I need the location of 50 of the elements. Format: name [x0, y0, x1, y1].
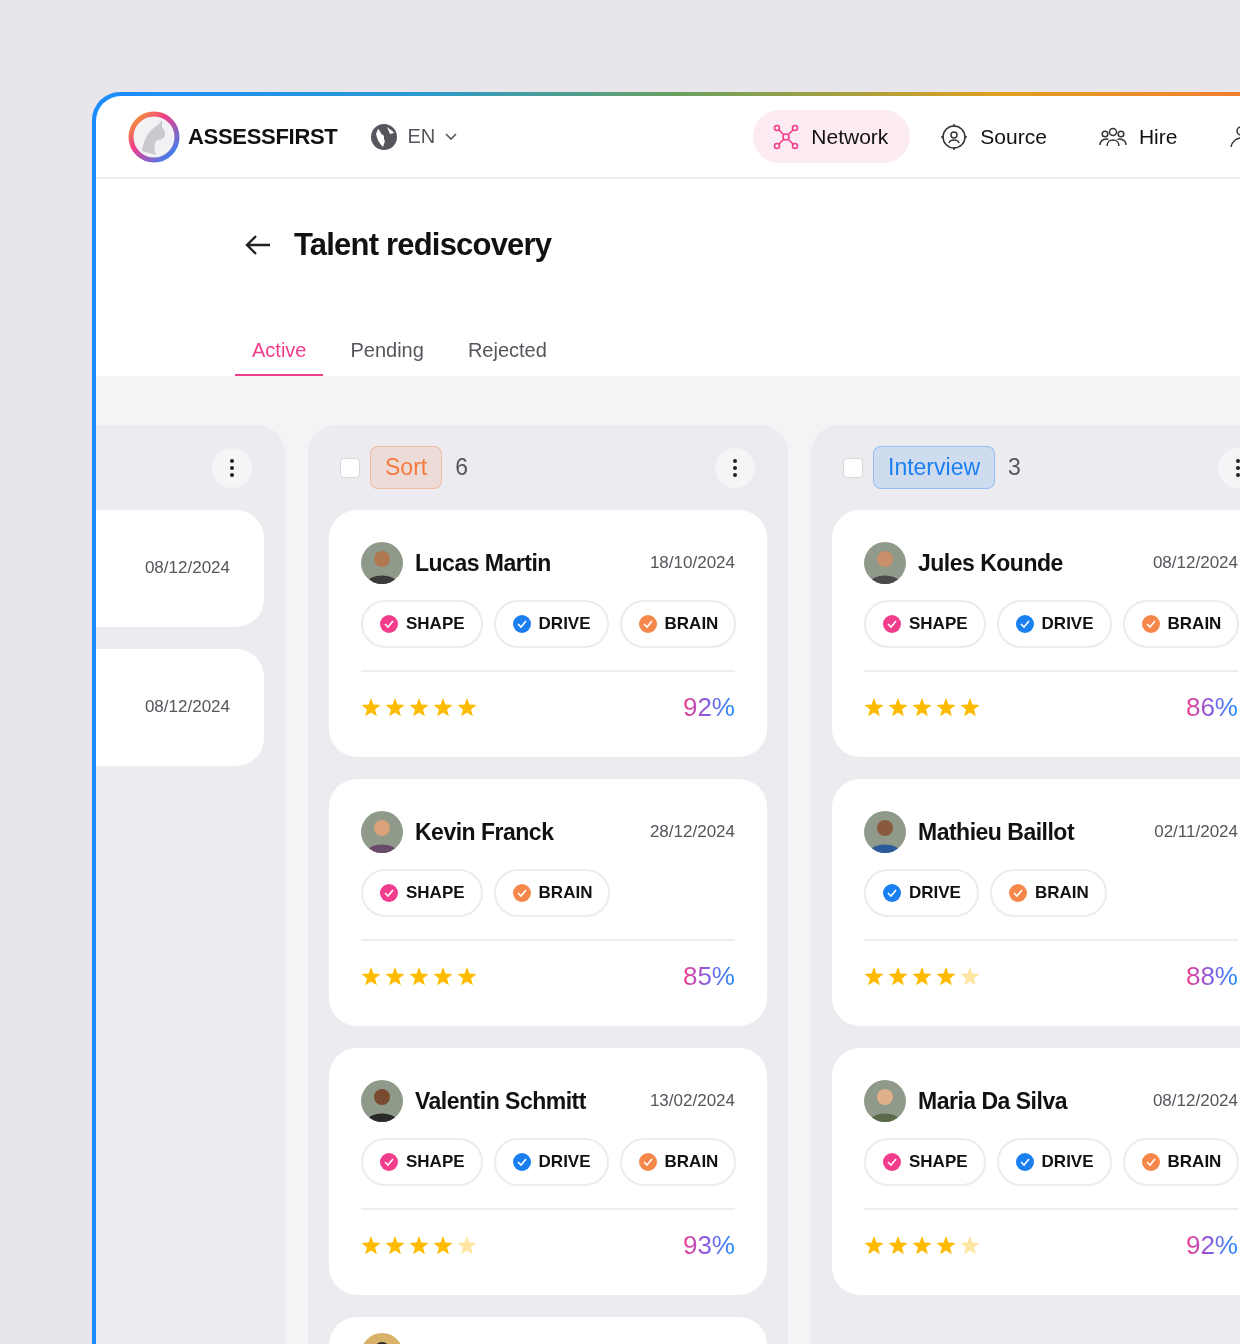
tag-label: SHAPE: [909, 1152, 968, 1172]
nav-item[interactable]: Network: [753, 110, 911, 163]
date: 08/12/2024: [144, 557, 230, 578]
candidate-name: Mathieu Baillot: [918, 818, 1075, 846]
tag-label: DRIVE: [538, 1152, 591, 1172]
stage-label: Sort: [370, 446, 443, 489]
candidate-name: Valentin Schmitt: [415, 1087, 586, 1115]
candidate-count: 3: [1008, 454, 1021, 481]
candidate-name: Kevin Franck: [415, 818, 554, 846]
language-selector[interactable]: EN: [369, 122, 458, 151]
tag-label: BRAIN: [664, 1152, 719, 1172]
candidate-name: Lucas Martin: [415, 549, 551, 577]
tag-label: DRIVE: [1041, 614, 1094, 634]
tag-label: BRAIN: [664, 614, 719, 634]
candidate-name: Jules Kounde: [918, 549, 1063, 577]
page-title: Talent rediscovery: [294, 227, 552, 263]
tag-label: DRIVE: [1041, 1152, 1094, 1172]
tag-label: DRIVE: [538, 614, 591, 634]
date: 28/12/2024: [649, 822, 735, 842]
date: 08/12/2024: [1152, 553, 1238, 573]
candidate-card[interactable]: 08/12/2024: [96, 649, 264, 766]
stage-label: Interview: [873, 446, 996, 489]
candidate-card[interactable]: Jules Kounde 08/12/2024 SHAPE DRIVE BRAIN 86%: [832, 510, 1240, 757]
tag-label: BRAIN: [538, 883, 593, 903]
brand-name: ASSESSFIRST: [188, 123, 338, 150]
candidate-name: Maria Da Silva: [918, 1087, 1067, 1115]
nav-item[interactable]: Source: [920, 110, 1069, 163]
date: 18/10/2024: [649, 553, 735, 573]
tab[interactable]: Pending: [333, 339, 441, 376]
tag-label: SHAPE: [406, 883, 465, 903]
tag-label: SHAPE: [406, 614, 465, 634]
date: 02/11/2024: [1154, 822, 1238, 842]
candidate-card[interactable]: 08/12/2024: [96, 510, 264, 627]
date: 08/12/2024: [1152, 1091, 1238, 1111]
tag-label: BRAIN: [1167, 614, 1222, 634]
date: 08/12/2024: [144, 696, 230, 717]
tag-label: SHAPE: [909, 614, 968, 634]
candidate-card[interactable]: Lucas Martin 18/10/2024 SHAPE DRIVE BRAIN 92%: [329, 510, 767, 757]
candidate-card[interactable]: Maria Da Silva 08/12/2024 SHAPE DRIVE BRAIN 92%: [832, 1048, 1240, 1295]
nav-item[interactable]: Hire: [1078, 110, 1200, 163]
candidate-card[interactable]: Kevin Franck 28/12/2024 SHAPE BRAIN 85%: [329, 779, 767, 1026]
candidate-card[interactable]: Mathieu Baillot 02/11/2024 DRIVE BRAIN 88%: [832, 779, 1240, 1026]
tab[interactable]: Rejected: [450, 339, 564, 376]
tag-label: BRAIN: [1034, 883, 1089, 903]
candidate-card[interactable]: Valentin Schmitt 13/02/2024 SHAPE DRIVE BRAIN 93%: [329, 1048, 767, 1295]
tag-label: SHAPE: [406, 1152, 465, 1172]
tag-label: DRIVE: [909, 883, 961, 903]
tag-label: BRAIN: [1167, 1152, 1222, 1172]
candidate-count: 6: [455, 454, 468, 481]
date: 13/02/2024: [649, 1091, 735, 1111]
